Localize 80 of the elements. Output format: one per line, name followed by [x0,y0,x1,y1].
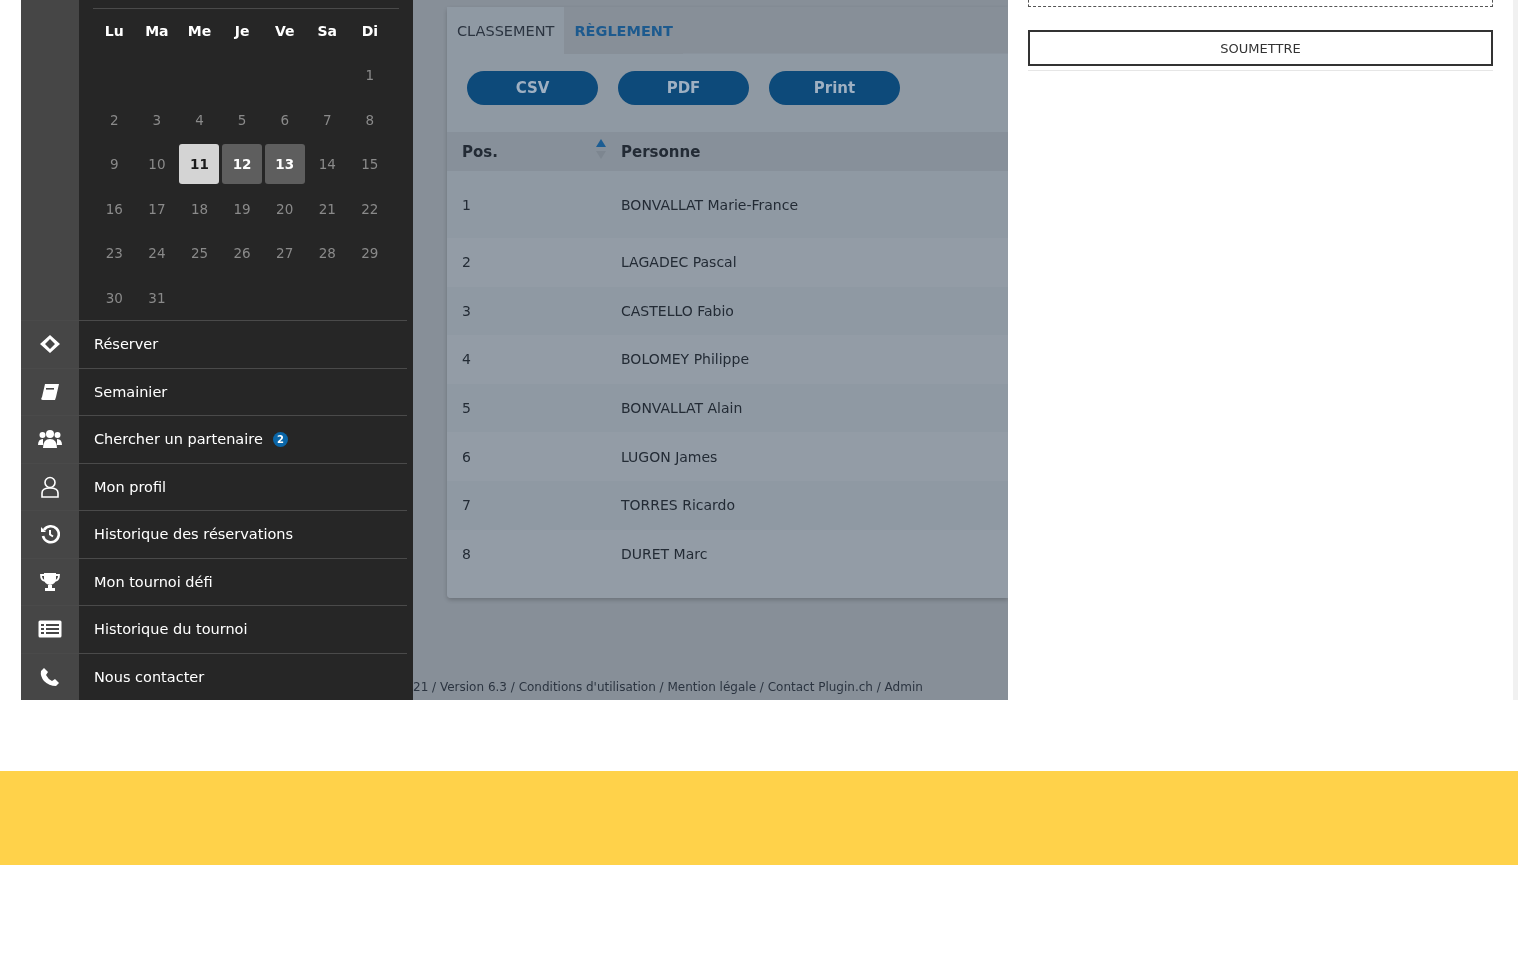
user-icon [40,475,60,498]
calendar-day[interactable]: 5 [222,99,263,140]
weekday-label: Lu [104,23,124,39]
table-cell: 7 [462,497,471,514]
export-button[interactable]: PDF [618,71,749,105]
calendar-day[interactable]: 19 [222,188,263,229]
sidebar-item[interactable]: Réserver [21,320,407,368]
column-header[interactable]: Personne [621,142,701,161]
calendar-day[interactable]: 12 [222,144,263,185]
calendar-day[interactable]: 24 [136,233,177,274]
calendar-day[interactable]: 7 [307,99,348,140]
calendar-day[interactable]: 30 [94,277,135,318]
calendar-day[interactable]: 10 [136,144,177,185]
calendar-day[interactable]: 28 [307,233,348,274]
calendar-day[interactable]: 27 [264,233,305,274]
calendar-day[interactable]: 1 [349,55,390,96]
trophy-icon [39,571,61,592]
export-button[interactable]: Print [769,71,900,105]
calendar-day[interactable]: 3 [136,99,177,140]
table-cell: 2 [462,254,471,271]
book-icon [40,382,60,401]
calendar-day[interactable]: 26 [222,233,263,274]
table-cell: 3 [462,302,471,319]
list-icon [38,620,62,639]
table-cell: 4 [462,351,471,368]
calendar-day[interactable]: 9 [94,144,135,185]
calendar-day[interactable]: 25 [179,233,220,274]
table-cell: BOLOMEY Philippe [621,351,749,368]
tab[interactable]: CLASSEMENT [447,7,565,54]
weekday-label: Je [234,23,250,39]
calendar-day[interactable]: 11 [179,144,220,185]
users-icon [38,429,62,450]
message-field[interactable] [1028,0,1493,7]
table-cell: LUGON James [621,448,718,465]
calendar-day[interactable]: 13 [264,144,305,185]
table-cell: 5 [462,400,471,417]
calendar-day[interactable]: 18 [179,188,220,229]
table-cell: LAGADEC Pascal [621,254,737,271]
sidebar-item[interactable]: Historique du tournoi [21,605,407,653]
weekday-label: Ma [145,23,169,39]
ticket-icon [39,334,61,355]
table-cell: 1 [462,196,471,213]
calendar-day[interactable]: 16 [94,188,135,229]
sidebar-item[interactable]: Mon tournoi défi [21,557,407,605]
table-cell: 6 [462,448,471,465]
calendar-day[interactable]: 22 [349,188,390,229]
calendar-day[interactable]: 31 [136,277,177,318]
phone-icon [40,666,60,687]
export-button[interactable]: CSV [467,71,598,105]
weekday-label: Di [361,23,379,39]
sidebar-item[interactable]: Semainier [21,367,407,415]
weekday-label: Me [187,23,212,39]
table-cell: BONVALLAT Alain [621,400,743,417]
sidebar-item[interactable]: Nous contacter [21,652,407,700]
calendar-day[interactable]: 21 [307,188,348,229]
sidebar-item[interactable]: Historique des réservations [21,510,407,558]
notification-badge: 2 [272,431,288,447]
table-cell: TORRES Ricardo [621,497,736,514]
calendar-day[interactable]: 29 [349,233,390,274]
calendar-day[interactable]: 4 [179,99,220,140]
weekday-label: Ve [274,23,295,39]
sidebar-item[interactable]: Chercher un partenaire 2 [21,415,407,463]
calendar-day[interactable]: 2 [94,99,135,140]
table-cell: DURET Marc [621,545,708,562]
table-cell: 8 [462,545,471,562]
history-icon [40,524,60,545]
calendar-day[interactable]: 15 [349,144,390,185]
table-cell: CASTELLO Fabio [621,302,734,319]
calendar-day[interactable]: 17 [136,188,177,229]
calendar-day[interactable]: 6 [264,99,305,140]
table-cell: BONVALLAT Marie-France [621,196,799,213]
submit-button[interactable]: SOUMETTRE [1028,30,1493,66]
calendar-day[interactable]: 23 [94,233,135,274]
calendar-day[interactable]: 20 [264,188,305,229]
column-header[interactable]: Pos. [462,142,498,161]
footer-text: 21 / Version 6.3 / Conditions d'utilisation / Mention légale / Contact Plugin.ch / Admin [413,680,924,696]
calendar-day[interactable]: 14 [307,144,348,185]
weekday-label: Sa [317,23,338,39]
calendar-day[interactable]: 8 [349,99,390,140]
sidebar-item[interactable]: Mon profil [21,462,407,510]
